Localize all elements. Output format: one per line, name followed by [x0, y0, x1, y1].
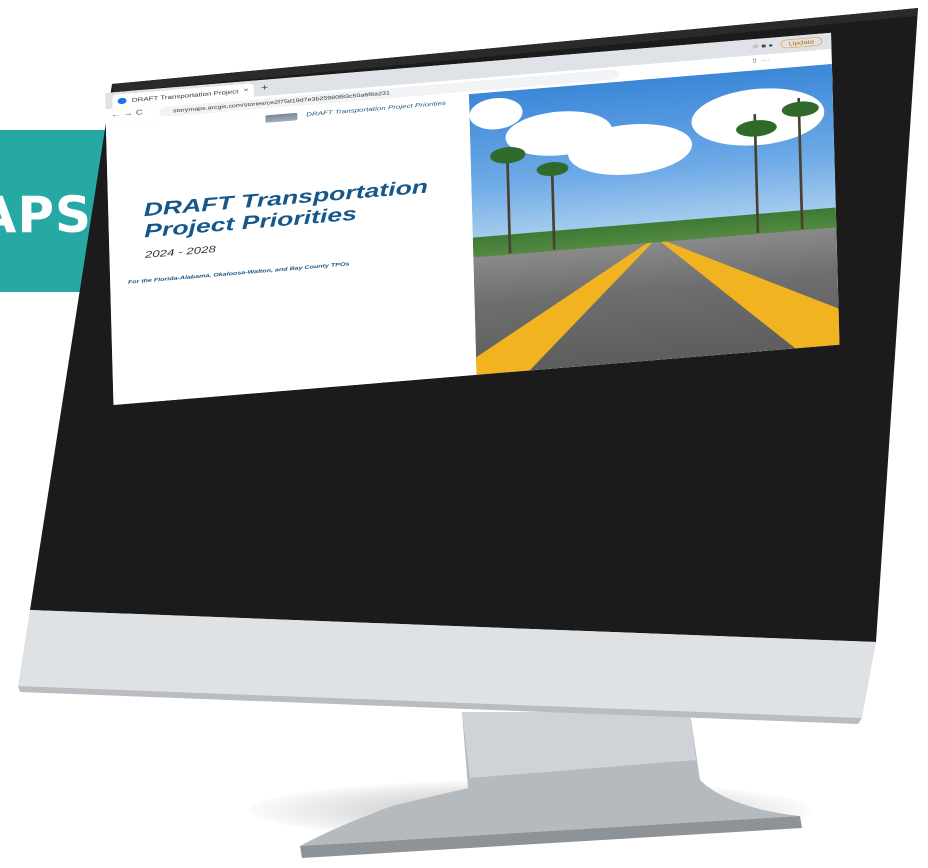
update-button[interactable]: Update	[780, 36, 823, 49]
banner-text: APS	[0, 186, 92, 244]
browser-toolbar-right: ☆ ■ ● Update	[752, 36, 823, 52]
new-tab-button[interactable]: +	[261, 82, 269, 93]
brand-banner: APS	[0, 130, 118, 292]
tpo-logo	[265, 112, 298, 123]
page-title: DRAFT Transportation Project Priorities	[143, 176, 429, 242]
story-cover-panel: DRAFT Transportation Project Priorities …	[106, 110, 477, 405]
browser-screen: DRAFT Transportation Project × + ☆ ■ ● U…	[105, 32, 840, 405]
year-range: 2024 - 2028	[144, 243, 216, 261]
nav-buttons[interactable]: ← → C	[111, 109, 143, 119]
close-tab-icon[interactable]: ×	[243, 84, 249, 98]
share-menu-icon[interactable]: ⇧ ···	[751, 57, 770, 65]
floor-shadow	[250, 780, 810, 840]
cover-subtitle: For the Florida-Alabama, Okaloosa-Walton…	[127, 260, 350, 285]
favicon-icon	[117, 97, 127, 105]
extensions-icon[interactable]: ☆ ■ ●	[752, 42, 773, 50]
cover-photo-road	[468, 63, 840, 375]
